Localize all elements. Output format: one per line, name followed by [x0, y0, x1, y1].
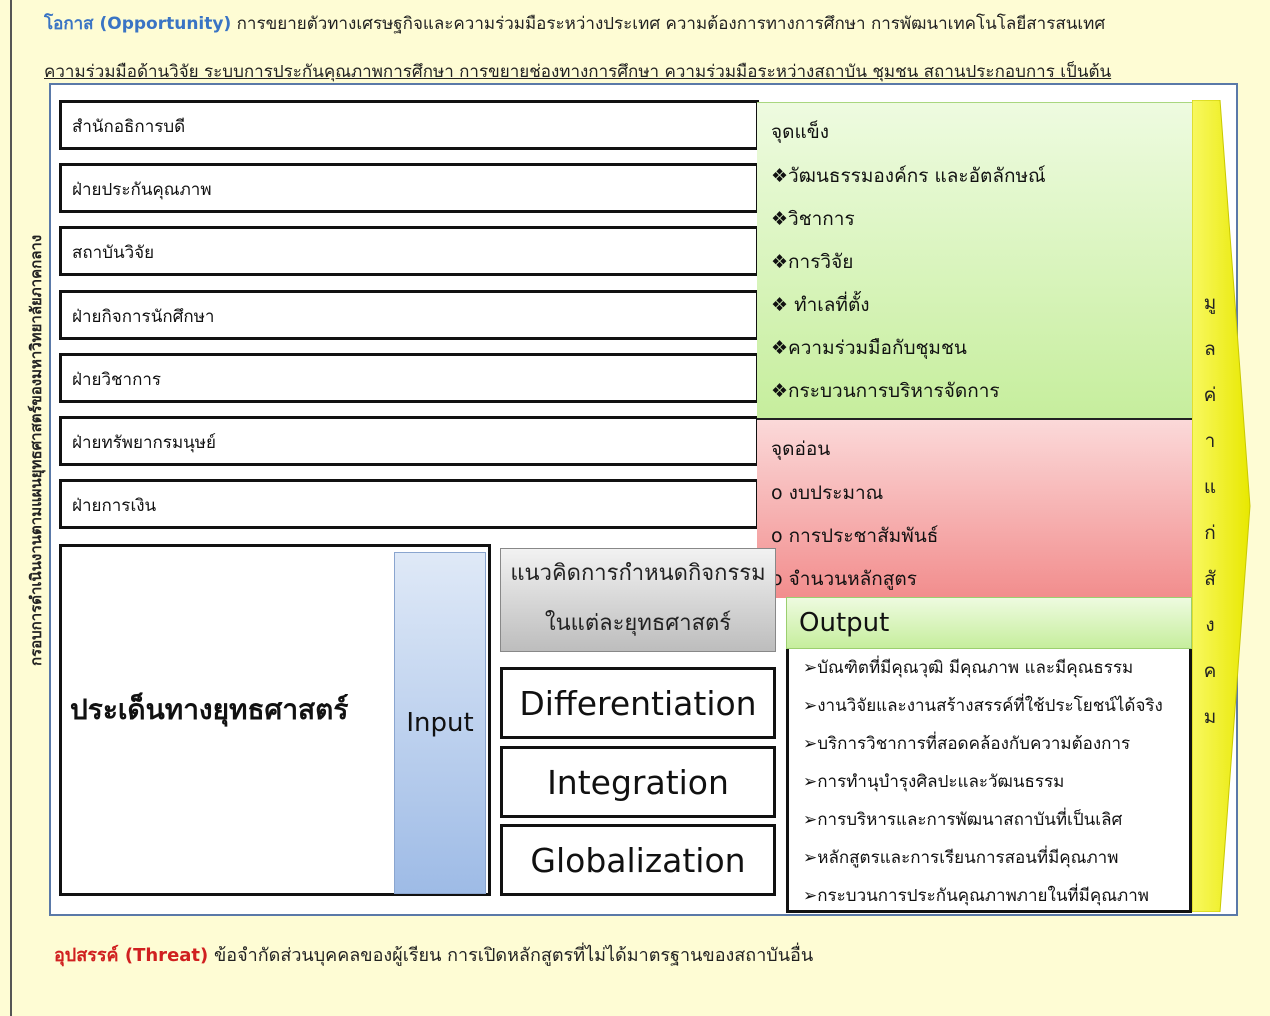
activity-concept-line-1: แนวคิดการกำหนดกิจกรรม: [510, 561, 766, 586]
strength-item: ❖วัฒนธรรมองค์กร และอัตลักษณ์: [771, 165, 1046, 187]
input-label: Input: [406, 708, 474, 738]
strengths-title: จุดแข็ง: [771, 121, 829, 143]
output-list: ➢บัณฑิตที่มีคุณวุฒิ มีคุณภาพ และมีคุณธรร…: [786, 649, 1192, 913]
strategy-integration: Integration: [500, 746, 776, 818]
page-left-rule: [10, 0, 12, 1016]
weakness-item: o การประชาสัมพันธ์: [771, 525, 939, 547]
arrow-bullet-icon: ➢: [803, 696, 818, 716]
weakness-bullet-icon: o: [771, 525, 783, 547]
strength-item: ❖ ทำเลที่ตั้ง: [771, 294, 870, 316]
arrow-bullet-icon: ➢: [803, 848, 818, 868]
strength-item: ❖ความร่วมมือกับชุมชน: [771, 337, 967, 359]
opportunity-text-1: การขยายตัวทางเศรษฐกิจและความร่วมมือระหว่…: [236, 14, 1106, 34]
strengths-box: จุดแข็ง ❖วัฒนธรรมองค์กร และอัตลักษณ์ ❖วิ…: [757, 102, 1193, 418]
opportunity-line-1: โอกาส (Opportunity) การขยายตัวทางเศรษฐกิ…: [44, 10, 1270, 40]
unit-box-president-office: สำนักอธิการบดี: [59, 100, 759, 150]
weaknesses-title: จุดอ่อน: [771, 438, 831, 460]
strength-item: ❖การวิจัย: [771, 251, 854, 273]
social-value-label: มู ล ค่ า แ ก่ สั ง ค ม: [1203, 292, 1217, 728]
arrow-bullet-icon: ➢: [803, 772, 818, 792]
output-item: ➢บริการวิชาการที่สอดคล้องกับความต้องการ: [803, 734, 1131, 754]
unit-box-quality-assurance: ฝ่ายประกันคุณภาพ: [59, 163, 759, 213]
output-item: ➢หลักสูตรและการเรียนการสอนที่มีคุณภาพ: [803, 848, 1119, 868]
unit-box-student-affairs: ฝ่ายกิจการนักศึกษา: [59, 290, 759, 340]
weakness-item: o จำนวนหลักสูตร: [771, 568, 917, 590]
strategy-differentiation: Differentiation: [500, 667, 776, 739]
threat-text: ข้อจำกัดส่วนบุคคลของผู้เรียน การเปิดหลัก…: [213, 945, 814, 966]
opportunity-line-2: ความร่วมมือด้านวิจัย ระบบการประกันคุณภาพ…: [44, 62, 1112, 82]
strength-bullet-icon: ❖: [771, 294, 789, 316]
unit-box-human-resources: ฝ่ายทรัพยากรมนุษย์: [59, 416, 759, 466]
output-item: ➢งานวิจัยและงานสร้างสรรค์ที่ใช้ประโยชน์ไ…: [803, 696, 1163, 716]
weakness-item: o งบประมาณ: [771, 482, 884, 504]
opportunity-label: โอกาส (Opportunity): [44, 14, 232, 34]
output-item: ➢การทำนุบำรุงศิลปะและวัฒนธรรม: [803, 772, 1065, 792]
output-item: ➢กระบวนการประกันคุณภาพภายในที่มีคุณภาพ: [803, 886, 1149, 906]
unit-box-research-institute: สถาบันวิจัย: [59, 226, 759, 276]
activity-concept-line-2: ในแต่ละยุทธศาสตร์: [544, 611, 732, 636]
arrow-bullet-icon: ➢: [803, 734, 818, 754]
strength-item: ❖วิชาการ: [771, 208, 855, 230]
strategic-issues-label: ประเด็นทางยุทธศาสตร์: [70, 693, 349, 726]
output-item: ➢บัณฑิตที่มีคุณวุฒิ มีคุณภาพ และมีคุณธรร…: [803, 658, 1134, 678]
arrow-bullet-icon: ➢: [803, 886, 818, 906]
activity-concept-box: แนวคิดการกำหนดกิจกรรม ในแต่ละยุทธศาสตร์: [500, 548, 776, 652]
output-item: ➢การบริหารและการพัฒนาสถาบันที่เป็นเลิศ: [803, 810, 1123, 830]
weakness-bullet-icon: o: [771, 482, 783, 504]
strategy-globalization: Globalization: [500, 824, 776, 896]
strength-item: ❖กระบวนการบริหารจัดการ: [771, 380, 1000, 402]
weaknesses-box: จุดอ่อน o งบประมาณ o การประชาสัมพันธ์ o …: [757, 418, 1193, 598]
strength-bullet-icon: ❖: [771, 208, 789, 230]
strength-bullet-icon: ❖: [771, 337, 789, 359]
arrow-bullet-icon: ➢: [803, 658, 818, 678]
threat-line: อุปสรรค์ (Threat) ข้อจำกัดส่วนบุคคลของผู…: [54, 940, 1254, 969]
framework-vertical-label: กรอบการดำเนินงานตามแผนยุทธศาสตร์ของมหาวิ…: [27, 234, 45, 666]
input-box: Input: [394, 552, 486, 894]
output-header: Output: [786, 597, 1192, 649]
unit-box-finance: ฝ่ายการเงิน: [59, 479, 759, 529]
strength-bullet-icon: ❖: [771, 165, 789, 187]
unit-box-academic-affairs: ฝ่ายวิชาการ: [59, 353, 759, 403]
threat-label: อุปสรรค์ (Threat): [54, 945, 209, 966]
arrow-bullet-icon: ➢: [803, 810, 818, 830]
strength-bullet-icon: ❖: [771, 380, 789, 402]
strength-bullet-icon: ❖: [771, 251, 789, 273]
